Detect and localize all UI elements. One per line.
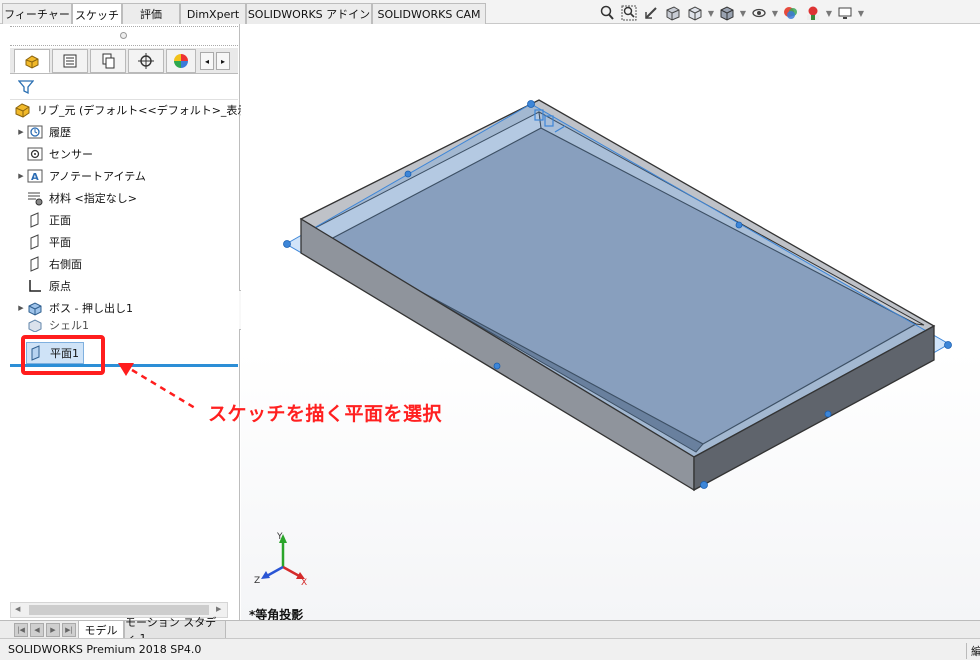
- feature-manager-tab-icon[interactable]: [14, 49, 50, 73]
- tree-item-top-plane[interactable]: 平面: [26, 232, 71, 252]
- tree-item-annotations[interactable]: ▶ A アノテートアイテム: [16, 166, 146, 186]
- property-manager-tab-icon[interactable]: [52, 49, 88, 73]
- last-tab-icon[interactable]: ▶|: [62, 623, 76, 637]
- hide-show-icon[interactable]: [748, 4, 770, 22]
- display-manager-tab-icon[interactable]: [166, 49, 196, 73]
- tab-model[interactable]: モデル: [78, 621, 124, 639]
- tree-item-front-plane[interactable]: 正面: [26, 210, 71, 230]
- heads-up-view-toolbar: ▼ ▼ ▼ ▼ ▼: [596, 4, 866, 22]
- zoom-area-icon[interactable]: [618, 4, 640, 22]
- expand-arrow-icon[interactable]: ▶: [16, 128, 26, 136]
- view-orientation-icon[interactable]: [684, 4, 706, 22]
- tree-item-label: 正面: [49, 214, 71, 227]
- tree-item-label: 原点: [49, 280, 71, 293]
- first-tab-icon[interactable]: |◀: [14, 623, 28, 637]
- svg-text:A: A: [31, 172, 39, 183]
- status-edit-indicator: 編: [966, 643, 980, 659]
- panel-tab-strip: ◂ ▸: [10, 48, 238, 74]
- graphics-area[interactable]: Y X Z *等角投影: [241, 24, 980, 622]
- tree-item-label: アノテートアイテム: [49, 170, 146, 183]
- section-view-icon[interactable]: [662, 4, 684, 22]
- annotation-icon: A: [26, 167, 44, 185]
- material-icon: [26, 189, 44, 207]
- expand-arrow-icon[interactable]: ▶: [16, 304, 26, 312]
- triad-x-label: X: [301, 578, 307, 588]
- dropdown-arrow-icon[interactable]: ▼: [706, 9, 716, 18]
- expand-arrow-icon[interactable]: ▶: [16, 172, 26, 180]
- tabs-scroll-left-icon[interactable]: ◂: [200, 52, 214, 70]
- tab-addins[interactable]: SOLIDWORKS アドイン: [246, 3, 372, 24]
- tree-item-material[interactable]: 材料 <指定なし>: [26, 188, 137, 208]
- shell-icon: [26, 318, 44, 332]
- dropdown-arrow-icon[interactable]: ▼: [856, 9, 866, 18]
- plane-icon: [26, 255, 44, 273]
- view-settings-icon[interactable]: [834, 4, 856, 22]
- tab-motion-study[interactable]: モーション スタディ 1: [124, 616, 226, 645]
- next-tab-icon[interactable]: ▶: [46, 623, 60, 637]
- status-bar: SOLIDWORKS Premium 2018 SP4.0 編: [0, 638, 980, 660]
- model-viewport-canvas: Y X Z: [254, 99, 952, 588]
- tree-item-label: 履歴: [49, 126, 71, 139]
- tree-item-boss-extrude[interactable]: ▶ ボス - 押し出し1: [16, 298, 133, 318]
- display-style-icon[interactable]: [716, 4, 738, 22]
- tree-item-origin[interactable]: 原点: [26, 276, 71, 296]
- tabs-scroll-right-icon[interactable]: ▸: [216, 52, 230, 70]
- annotation-arrowhead-icon: [118, 363, 134, 376]
- instruction-annotation: スケッチを描く平面を選択: [208, 403, 443, 425]
- feature-manager-panel: ◂ ▸ リブ_元 (デフォルト<<デフォルト>_表示状態 1 ▶ 履歴 センサー: [0, 24, 281, 620]
- scroll-left-icon[interactable]: ◀: [15, 605, 20, 613]
- dimxpert-manager-tab-icon[interactable]: [128, 49, 164, 73]
- history-icon: [26, 123, 44, 141]
- tab-features[interactable]: フィーチャー: [2, 3, 72, 24]
- previous-view-icon[interactable]: [640, 4, 662, 22]
- tree-item-label: シェル1: [49, 319, 89, 332]
- dropdown-arrow-icon[interactable]: ▼: [824, 9, 834, 18]
- tree-filter-row: [10, 74, 238, 100]
- plane-icon: [26, 233, 44, 251]
- tab-evaluate[interactable]: 評価: [122, 3, 180, 24]
- edit-appearance-icon[interactable]: [780, 4, 802, 22]
- coordinate-triad: Y X Z: [254, 532, 307, 588]
- part-icon: [14, 101, 32, 119]
- dropdown-arrow-icon[interactable]: ▼: [738, 9, 748, 18]
- filter-icon[interactable]: [17, 79, 35, 98]
- tree-item-history[interactable]: ▶ 履歴: [16, 122, 71, 142]
- panel-split-handle[interactable]: [10, 26, 238, 46]
- scroll-right-icon[interactable]: ▶: [216, 605, 221, 613]
- tree-item-label: 材料 <指定なし>: [49, 192, 137, 205]
- command-manager-tabs: フィーチャー スケッチ 評価 DimXpert SOLIDWORKS アドイン …: [0, 0, 980, 25]
- triad-z-label: Z: [254, 576, 260, 586]
- dropdown-arrow-icon[interactable]: ▼: [770, 9, 780, 18]
- sensor-icon: [26, 145, 44, 163]
- tree-item-label: 平面: [49, 236, 71, 249]
- tab-sketch[interactable]: スケッチ: [72, 3, 122, 25]
- tree-item-label: ボス - 押し出し1: [49, 302, 133, 315]
- tree-item-label: 右側面: [49, 258, 82, 271]
- highlight-box: [21, 335, 105, 375]
- prev-tab-icon[interactable]: ◀: [30, 623, 44, 637]
- status-text: SOLIDWORKS Premium 2018 SP4.0: [8, 643, 202, 656]
- plane-icon: [26, 211, 44, 229]
- tree-item-label: センサー: [49, 148, 93, 161]
- tree-item-right-plane[interactable]: 右側面: [26, 254, 82, 274]
- tab-cam[interactable]: SOLIDWORKS CAM: [372, 3, 486, 24]
- bottom-tab-strip: |◀ ◀ ▶ ▶| モデル モーション スタディ 1: [0, 616, 980, 645]
- zoom-to-fit-icon[interactable]: [596, 4, 618, 22]
- tree-item-sensors[interactable]: センサー: [26, 144, 93, 164]
- tree-item-shell[interactable]: シェル1: [26, 318, 89, 332]
- triad-y-label: Y: [276, 532, 283, 542]
- configuration-manager-tab-icon[interactable]: [90, 49, 126, 73]
- scene-icon[interactable]: [802, 4, 824, 22]
- extrude-icon: [26, 299, 44, 317]
- tab-dimxpert[interactable]: DimXpert: [180, 3, 246, 24]
- origin-icon: [26, 277, 44, 295]
